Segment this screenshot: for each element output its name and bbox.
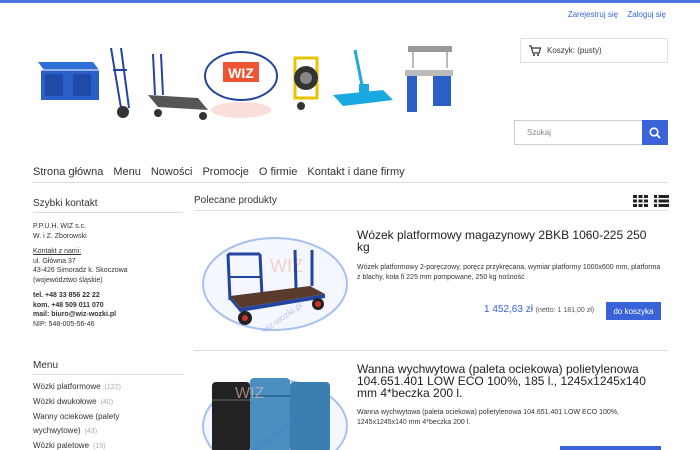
main-nav: Strona główna Menu Nowości Promocje O fi… (33, 166, 415, 178)
address-city: 43-426 Simoradz k. Skoczowa (33, 267, 128, 274)
menu-heading: Menu (33, 360, 59, 371)
phone-number[interactable]: tel. +48 33 856 22 22 (33, 292, 100, 299)
menu-item[interactable]: Wózki paletowe (15) (33, 439, 183, 450)
product-image[interactable]: WIZ www.wiz-wozki.pl (200, 366, 350, 450)
mobile-number[interactable]: kom. +48 509 011 070 (33, 302, 104, 309)
spill-tray-image (38, 62, 99, 100)
watermark-logo-text: WIZ (235, 385, 265, 402)
search-icon (649, 126, 661, 139)
menu-item[interactable]: Wózki dwukołowe (40) (33, 395, 183, 410)
featured-heading: Polecane produkty (194, 195, 277, 206)
product-title[interactable]: Wózek platformowy magazynowy 2BKB 1060-2… (357, 229, 657, 253)
nav-item-contact[interactable]: Kontakt i dane firmy (307, 166, 404, 178)
logo-text: WIZ (228, 65, 254, 81)
sidebar-divider (33, 212, 183, 213)
login-link[interactable]: Zaloguj się (627, 10, 666, 19)
company-owners: W. i Z. Zborowski (33, 232, 87, 240)
quick-contact-heading: Szybki kontakt (33, 198, 98, 209)
pallet-truck-image (333, 49, 393, 106)
search-form: Szukaj (514, 120, 668, 145)
menu-item[interactable]: Wózki platformowe (122) (33, 380, 183, 395)
register-link[interactable]: Zarejestruj się (568, 10, 618, 19)
nav-item-promotions[interactable]: Promocje (202, 166, 248, 178)
menu-divider (33, 374, 183, 375)
product-separator (194, 350, 668, 351)
address-region: (województwo śląskie) (33, 276, 103, 284)
menu-item[interactable]: Wanny ociekowe (palety wychwytowe) (43) (33, 410, 133, 439)
cart-icon (529, 45, 541, 56)
address-street: ul. Główna 37 (33, 257, 76, 265)
main-divider (194, 210, 668, 211)
email-link[interactable]: mail: biuro@wiz-wozki.pl (33, 311, 116, 318)
workbench-image (405, 46, 453, 112)
watermark-logo-text: WIZ (270, 256, 303, 276)
cart-box[interactable]: Koszyk: (pusty) (520, 38, 668, 63)
product-title[interactable]: Wanna wychwytowa (paleta ociekowa) polie… (357, 363, 657, 399)
category-menu: Wózki platformowe (122) Wózki dwukołowe (4… (33, 380, 183, 450)
nav-divider (33, 182, 668, 183)
nav-item-new[interactable]: Nowości (151, 166, 193, 178)
product-price: 1 452,63 zł (netto: 1 181,00 zł) (484, 304, 594, 315)
nav-item-home[interactable]: Strona główna (33, 166, 103, 178)
wiz-logo: WIZ (204, 51, 278, 118)
hand-truck-image (110, 47, 130, 118)
tax-id: NIP: 548-005-56-46 (33, 320, 95, 328)
contact-block: P.P.U.H. WIZ s.c. W. i Z. Zborowski Kont… (33, 222, 183, 329)
product-description: Wanna wychwytowa (paleta ociekowa) polie… (357, 409, 619, 426)
platform-trolley-image (148, 53, 208, 120)
add-to-cart-button[interactable] (560, 446, 661, 450)
header-banner[interactable]: WIZ (33, 40, 453, 124)
top-accent-bar (0, 0, 700, 3)
address-label: Kontakt z nami: (33, 248, 82, 255)
product-image[interactable]: WIZ www.wiz-wozki.pl (200, 232, 350, 332)
search-button[interactable] (642, 120, 668, 145)
search-input[interactable]: Szukaj (514, 120, 642, 145)
product-description: Wózek platformowy 2-poręczowy, poręcz pr… (357, 264, 661, 281)
account-links: Zarejestruj się Zaloguj się (561, 10, 666, 19)
company-name: P.P.U.H. WIZ s.c. (33, 223, 87, 230)
net-price: (netto: 1 181,00 zł) (535, 307, 595, 314)
gross-price: 1 452,63 zł (484, 304, 533, 315)
add-to-cart-button[interactable]: do koszyka (606, 302, 661, 320)
nav-item-menu[interactable]: Menu (113, 166, 141, 178)
cart-label: Koszyk: (pusty) (547, 46, 602, 55)
nav-item-about[interactable]: O firmie (259, 166, 298, 178)
strapping-cart-image (293, 56, 319, 110)
